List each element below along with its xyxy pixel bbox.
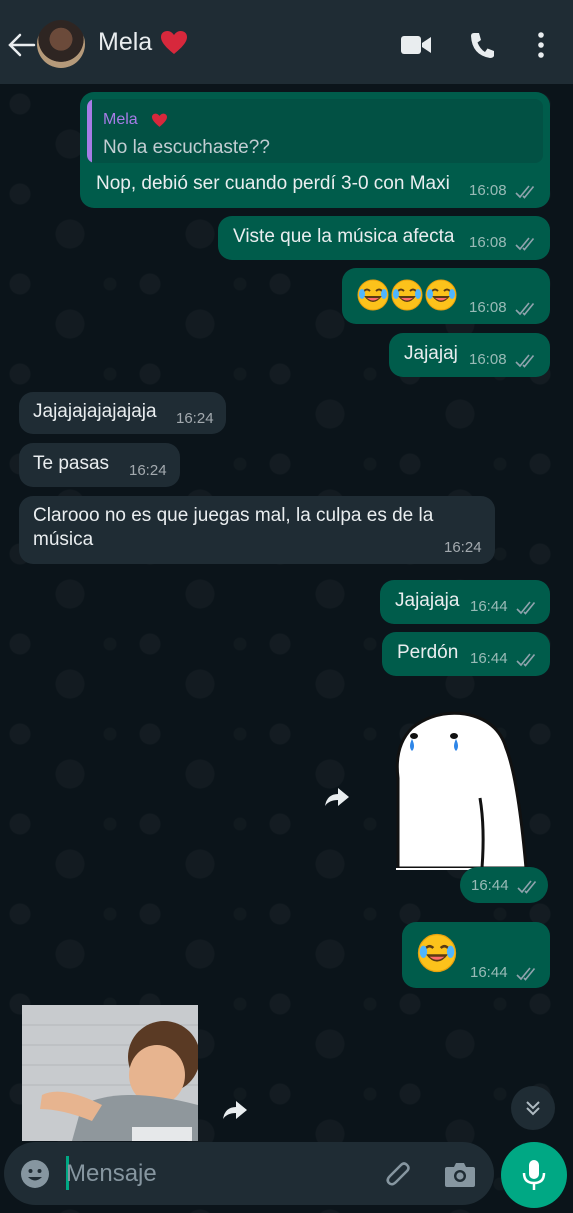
message-text: Nop, debió ser cuando perdí 3-0 con Maxi	[96, 173, 450, 194]
message-input[interactable]: Mensaje	[66, 1160, 157, 1188]
read-ticks-icon	[515, 652, 539, 668]
message-text: Jajajaj	[404, 343, 458, 364]
emoji-icon[interactable]	[20, 1159, 50, 1189]
message-time: 16:44	[470, 650, 508, 667]
message-time: 16:08	[469, 299, 507, 316]
message-time: 16:08	[469, 182, 507, 199]
message-time: 16:08	[469, 234, 507, 251]
chevron-double-down-icon	[526, 1101, 540, 1116]
message-time: 16:24	[129, 462, 167, 479]
read-ticks-icon	[514, 301, 538, 317]
video-thumbnail[interactable]	[22, 1005, 198, 1141]
message-outgoing[interactable]: Jajajaj 16:08	[389, 333, 550, 377]
rofl-emoji-icon	[424, 278, 458, 312]
video-call-icon[interactable]	[400, 33, 432, 57]
message-time: 16:24	[176, 410, 214, 427]
message-outgoing[interactable]: 16:08	[342, 268, 550, 324]
message-incoming[interactable]: Jajajajajajajaja 16:24	[19, 392, 226, 434]
message-composer[interactable]: Mensaje	[4, 1142, 494, 1205]
phone-icon[interactable]	[469, 31, 495, 59]
back-arrow-icon[interactable]	[6, 30, 36, 60]
message-time: 16:44	[471, 877, 509, 894]
scroll-to-bottom-button[interactable]	[511, 1086, 555, 1130]
avatar[interactable]	[37, 20, 85, 68]
quote-text: No la escuchaste??	[103, 137, 270, 158]
message-outgoing[interactable]: Viste que la música afecta 16:08	[218, 216, 550, 260]
message-text: Jajajajajajajaja	[33, 401, 157, 422]
message-time: 16:44	[470, 964, 508, 981]
message-incoming[interactable]: Clarooo no es que juegas mal, la culpa e…	[19, 496, 495, 564]
crying-blob-sticker[interactable]	[390, 708, 530, 870]
message-text: música	[33, 529, 94, 550]
forward-icon[interactable]	[324, 786, 350, 808]
read-ticks-icon	[515, 966, 539, 982]
sticker-timestamp: 16:44	[460, 867, 548, 903]
camera-icon[interactable]	[444, 1160, 476, 1188]
quote-bar	[87, 99, 92, 163]
message-outgoing[interactable]: 16:44	[402, 922, 550, 988]
message-outgoing[interactable]: Jajajaja 16:44	[380, 580, 550, 624]
message-time: 16:44	[470, 598, 508, 615]
read-ticks-icon	[515, 600, 539, 616]
chat-header: Mela	[0, 0, 573, 84]
quoted-message[interactable]: Mela No la escuchaste??	[87, 99, 543, 163]
message-text: Jajajaja	[395, 590, 460, 611]
heart-icon	[161, 31, 187, 54]
read-ticks-icon	[514, 353, 538, 369]
read-ticks-icon	[516, 879, 540, 895]
message-time: 16:24	[444, 539, 482, 556]
rofl-emoji-icon	[356, 278, 390, 312]
heart-icon	[152, 113, 167, 127]
message-time: 16:08	[469, 351, 507, 368]
mic-icon	[522, 1160, 546, 1190]
message-text: Perdón	[397, 642, 459, 663]
message-text: Clarooo no es que juegas mal, la culpa e…	[33, 505, 434, 526]
voice-record-button[interactable]	[501, 1142, 567, 1208]
message-outgoing[interactable]: Mela No la escuchaste?? Nop, debió ser c…	[80, 92, 550, 208]
message-outgoing[interactable]: Perdón 16:44	[382, 632, 550, 676]
contact-name[interactable]: Mela	[98, 28, 152, 57]
rofl-emoji-icon	[390, 278, 424, 312]
read-ticks-icon	[514, 184, 538, 200]
attach-icon[interactable]	[384, 1158, 414, 1190]
message-incoming[interactable]: Te pasas 16:24	[19, 443, 180, 487]
read-ticks-icon	[514, 236, 538, 252]
rofl-emoji-icon	[416, 932, 458, 974]
message-text: Te pasas	[33, 453, 110, 474]
video-thumbnail-image	[22, 1005, 198, 1141]
more-options-icon[interactable]	[535, 31, 547, 59]
quote-author: Mela	[103, 111, 138, 128]
message-text: Viste que la música afecta	[233, 226, 455, 247]
forward-icon[interactable]	[222, 1099, 248, 1121]
